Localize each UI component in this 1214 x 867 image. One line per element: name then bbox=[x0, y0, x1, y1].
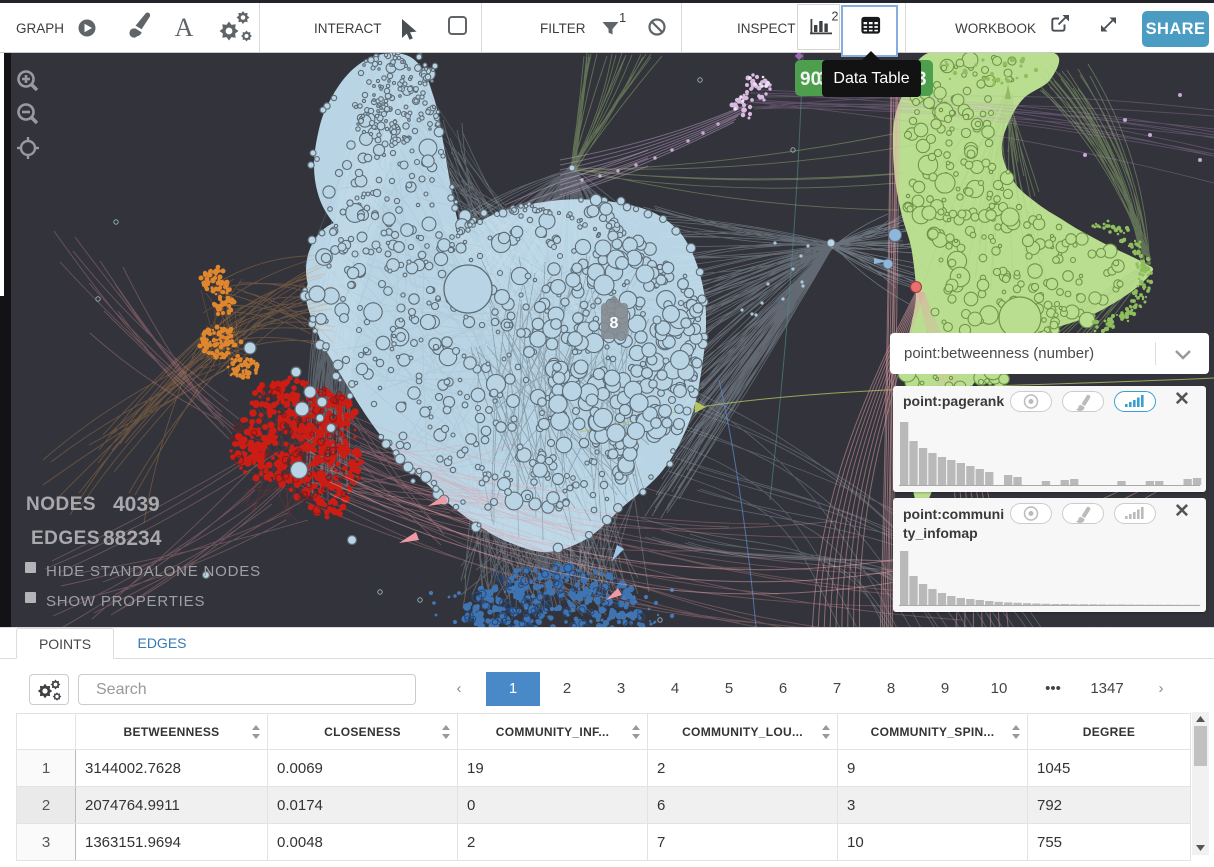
svg-text:A: A bbox=[175, 13, 194, 42]
svg-text:HIDE STANDALONE NODES: HIDE STANDALONE NODES bbox=[46, 563, 261, 580]
svg-text:8: 8 bbox=[610, 315, 619, 332]
svg-text:SHOW PROPERTIES: SHOW PROPERTIES bbox=[46, 593, 205, 610]
svg-text:2: 2 bbox=[832, 10, 839, 24]
svg-text:88234: 88234 bbox=[103, 527, 162, 550]
svg-text:4039: 4039 bbox=[113, 493, 160, 516]
svg-text:1: 1 bbox=[619, 10, 626, 25]
svg-text:NODES: NODES bbox=[26, 494, 96, 515]
svg-text:EDGES: EDGES bbox=[31, 528, 100, 549]
